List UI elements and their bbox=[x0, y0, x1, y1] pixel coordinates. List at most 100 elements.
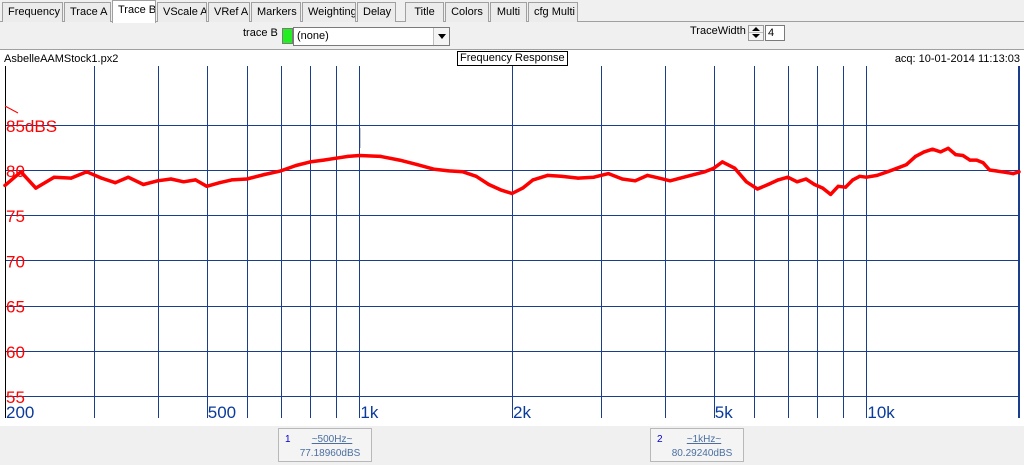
trace-width-spinner[interactable] bbox=[748, 25, 764, 41]
marker-bar: 1 ~500Hz~ 77.18960dBS 2 ~1kHz~ 80.29240d… bbox=[0, 426, 1024, 465]
trace-point bbox=[169, 177, 173, 181]
tab-vscale-a[interactable]: VScale A bbox=[157, 2, 207, 22]
trace-point bbox=[245, 177, 249, 181]
trace-point bbox=[720, 160, 725, 164]
trace-point bbox=[1011, 172, 1016, 176]
tab-bar: Frequency Trace A Trace B VScale A VRef A Mar… bbox=[0, 0, 1024, 23]
trace-b-select[interactable]: (none) bbox=[293, 27, 450, 46]
trace-point bbox=[786, 175, 790, 179]
trace-point bbox=[1017, 170, 1021, 174]
trace-point bbox=[559, 174, 563, 178]
trace-point bbox=[308, 160, 312, 164]
marker-1-frequency[interactable]: ~500Hz~ bbox=[279, 434, 371, 445]
trace-point bbox=[844, 185, 848, 189]
trace-point bbox=[981, 161, 985, 165]
trace-point bbox=[461, 170, 465, 174]
x-tick-label: 1k bbox=[360, 403, 378, 422]
x-tick-label: 500 bbox=[208, 403, 236, 422]
trace-point bbox=[262, 172, 267, 177]
marker-1-value: 77.18960dBS bbox=[299, 448, 361, 459]
file-name: AsbelleAAMStock1.px2 bbox=[4, 53, 119, 65]
x-tick-label: 10k bbox=[867, 403, 895, 422]
x-tick-label: 5k bbox=[715, 403, 733, 422]
trace-point bbox=[545, 173, 550, 177]
acquisition-time: acq: 10-01-2014 11:13:03 bbox=[894, 53, 1020, 65]
trace-point bbox=[712, 166, 716, 170]
trace-point bbox=[447, 169, 451, 173]
trace-point bbox=[606, 172, 611, 176]
tab-markers[interactable]: Markers bbox=[251, 2, 301, 22]
trace-point bbox=[766, 182, 770, 187]
trace-point bbox=[141, 182, 145, 187]
reference-arrow-icon bbox=[4, 105, 19, 114]
trace-b-label: trace B bbox=[243, 27, 278, 39]
trace-width-input[interactable]: 4 bbox=[765, 25, 785, 41]
tab-title[interactable]: Title bbox=[405, 2, 444, 22]
trace-point bbox=[294, 163, 298, 168]
trace-point bbox=[357, 153, 361, 158]
tab-weighting[interactable]: Weighting bbox=[302, 2, 356, 22]
trace-width-label: TraceWidth bbox=[690, 25, 746, 37]
tab-trace-a[interactable]: Trace A bbox=[64, 2, 111, 22]
trace-point bbox=[988, 168, 992, 172]
marker-2-value: 80.29240dBS bbox=[671, 448, 733, 459]
trace-point bbox=[904, 163, 909, 167]
tab-frequency[interactable]: Frequency bbox=[2, 2, 63, 22]
trace-point bbox=[510, 191, 514, 196]
marker-2-frequency[interactable]: ~1kHz~ bbox=[651, 434, 743, 445]
trace-point bbox=[415, 163, 419, 167]
trace-point bbox=[69, 176, 73, 180]
trace-point bbox=[113, 181, 117, 185]
spinner-down-icon[interactable] bbox=[749, 33, 763, 40]
marker-1-readout[interactable]: 1 ~500Hz~ 77.18960dBS bbox=[278, 428, 372, 462]
trace-point bbox=[334, 156, 338, 160]
trace-point bbox=[633, 179, 637, 183]
trace-point bbox=[755, 187, 760, 191]
tab-multi[interactable]: Multi bbox=[490, 2, 527, 22]
trace-point bbox=[1000, 170, 1004, 174]
dropdown-arrow-icon[interactable] bbox=[433, 28, 449, 45]
trace-point bbox=[205, 184, 209, 188]
trace-point bbox=[378, 154, 382, 158]
trace-point bbox=[19, 170, 23, 174]
trace-point bbox=[885, 170, 890, 174]
trace-point bbox=[954, 153, 958, 157]
trace-point bbox=[85, 170, 89, 174]
trace-point bbox=[576, 176, 580, 180]
trace-point bbox=[126, 175, 130, 179]
trace-point bbox=[431, 167, 436, 171]
trace-point bbox=[930, 147, 935, 151]
trace-point bbox=[851, 178, 855, 182]
trace-point bbox=[961, 153, 965, 158]
trace-point bbox=[821, 186, 825, 190]
trace-point bbox=[531, 178, 535, 182]
tab-colors[interactable]: Colors bbox=[445, 2, 489, 22]
plot-title: Frequency Response bbox=[457, 51, 568, 66]
frequency-response-chart: 85dBS807570656055200 500 1k 2k 5k 10k bbox=[3, 66, 1021, 422]
trace-point bbox=[474, 174, 478, 178]
trace-point bbox=[499, 188, 503, 192]
trace-point bbox=[689, 173, 693, 177]
tab-trace-b[interactable]: Trace B bbox=[112, 0, 156, 23]
tab-cfg-multi[interactable]: cfg Multi bbox=[528, 2, 578, 22]
frequency-response-plot[interactable]: 85dBS 80 75 70 65 60 55 200 500 1k 2k 5k 10k bbox=[0, 66, 1024, 426]
trace-point bbox=[657, 176, 661, 180]
plot-header: AsbelleAAMStock1.px2 Frequency Response … bbox=[0, 49, 1024, 66]
trace-point bbox=[193, 178, 198, 182]
trace-b-controls: trace B (none) TraceWidth 4 bbox=[0, 22, 1024, 48]
tab-delay[interactable]: Delay bbox=[357, 2, 396, 22]
tab-vref-a[interactable]: VRef A bbox=[208, 2, 250, 22]
marker-2-readout[interactable]: 2 ~1kHz~ 80.29240dBS bbox=[650, 428, 744, 462]
trace-point bbox=[994, 169, 998, 173]
trace-point bbox=[487, 182, 491, 187]
x-tick-label: 200 bbox=[6, 403, 34, 422]
trace-point bbox=[521, 186, 525, 190]
trace-point bbox=[668, 179, 672, 183]
trace-b-color-swatch[interactable] bbox=[282, 28, 293, 44]
trace-point bbox=[182, 180, 186, 184]
trace-point bbox=[322, 158, 326, 162]
trace-point bbox=[938, 150, 943, 154]
trace-point bbox=[829, 192, 833, 196]
trace-point bbox=[812, 182, 817, 187]
spinner-up-icon[interactable] bbox=[749, 26, 763, 33]
